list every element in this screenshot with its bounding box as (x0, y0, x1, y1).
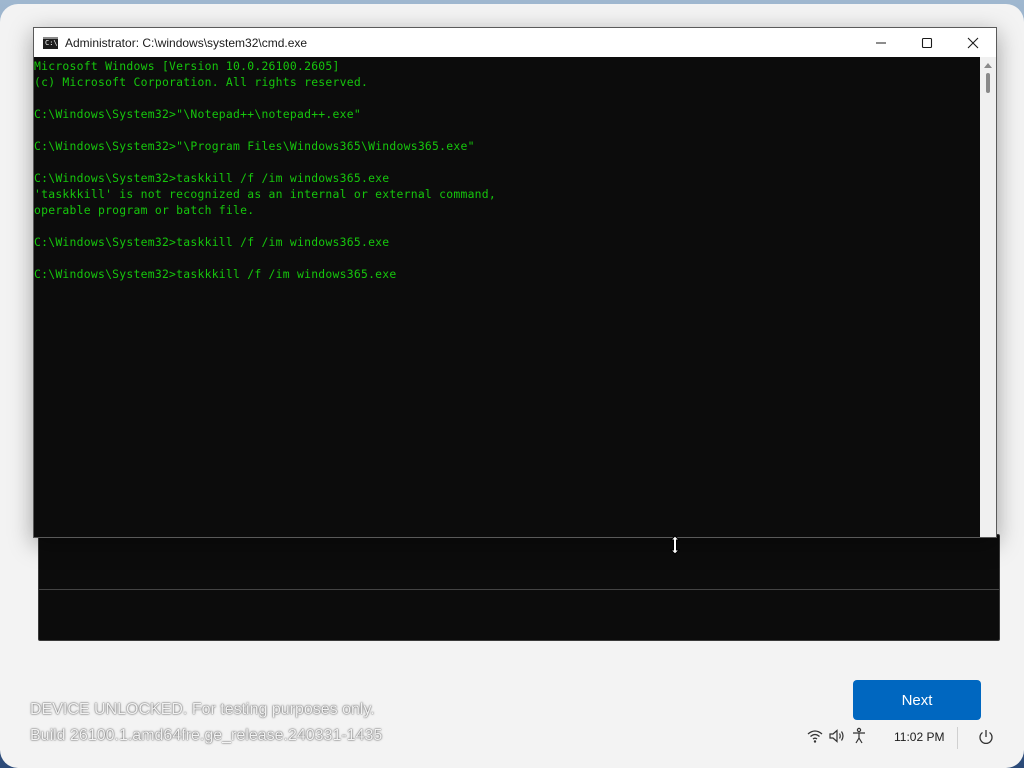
console-line: operable program or batch file. (34, 203, 255, 217)
wifi-icon[interactable] (806, 727, 824, 745)
watermark-line-2: Build 26100.1.amd64fre.ge_release.240331… (30, 727, 383, 744)
console-line: C:\Windows\System32>taskkill /f /im wind… (34, 171, 390, 185)
console-output[interactable]: Microsoft Windows [Version 10.0.26100.26… (34, 57, 982, 537)
cmd-icon: C:\ (43, 36, 58, 49)
scroll-up-arrow-icon[interactable] (984, 62, 992, 68)
cmd-icon-label: C:\ (45, 38, 58, 47)
maximize-button[interactable] (904, 28, 950, 57)
console-line: 'taskkkill' is not recognized as an inte… (34, 187, 497, 201)
volume-icon[interactable] (828, 727, 846, 745)
next-button[interactable]: Next (853, 680, 981, 720)
window-controls (858, 28, 996, 57)
console-line: C:\Windows\System32>taskkkill /f /im win… (34, 267, 397, 281)
console-line: Microsoft Windows [Version 10.0.26100.26… (34, 59, 340, 73)
console-line: (c) Microsoft Corporation. All rights re… (34, 75, 369, 89)
accessibility-icon[interactable] (850, 727, 868, 745)
console-line: C:\Windows\System32>"\Program Files\Wind… (34, 139, 475, 153)
oobe-panel (38, 534, 1000, 641)
close-icon (967, 37, 979, 48)
console-line: C:\Windows\System32>"\Notepad++\notepad+… (34, 107, 361, 121)
resize-cursor-icon (669, 535, 681, 555)
window-title: Administrator: C:\windows\system32\cmd.e… (65, 35, 308, 50)
watermark-line-1: DEVICE UNLOCKED. For testing purposes on… (30, 701, 375, 718)
close-button[interactable] (950, 28, 996, 57)
power-icon[interactable] (977, 728, 995, 746)
scrollbar-thumb[interactable] (986, 73, 990, 93)
panel-divider (39, 589, 999, 590)
tray-divider (957, 727, 958, 749)
minimize-button[interactable] (858, 28, 904, 57)
maximize-icon (921, 37, 933, 48)
title-bar[interactable]: C:\ Administrator: C:\windows\system32\c… (34, 28, 996, 57)
minimize-icon (876, 42, 886, 43)
console-line: C:\Windows\System32>taskkill /f /im wind… (34, 235, 390, 249)
vertical-scrollbar[interactable] (980, 57, 996, 537)
clock: 11:02 PM (894, 730, 945, 744)
cmd-window[interactable]: C:\ Administrator: C:\windows\system32\c… (33, 27, 997, 538)
